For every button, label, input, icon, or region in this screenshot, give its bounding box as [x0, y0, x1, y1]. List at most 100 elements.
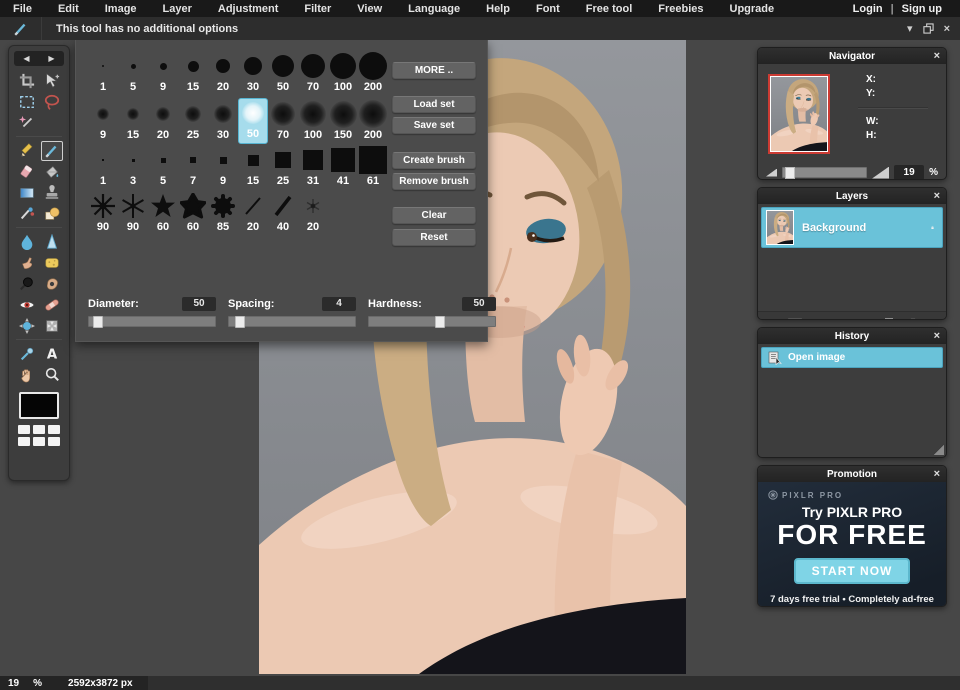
menu-image[interactable]: Image: [92, 3, 150, 15]
brush-square-5[interactable]: 5: [148, 146, 178, 190]
brush-shape-90[interactable]: 90: [88, 192, 118, 236]
sponge-tool[interactable]: [41, 253, 63, 273]
diameter-value[interactable]: 50: [182, 297, 216, 311]
brush-solid-70[interactable]: 70: [298, 52, 328, 96]
brush-soft-100[interactable]: 100: [298, 98, 328, 144]
close-icon[interactable]: ×: [944, 23, 950, 35]
brush-soft-50[interactable]: 50: [238, 98, 268, 144]
brush-square-3[interactable]: 3: [118, 146, 148, 190]
smudge-tool[interactable]: [16, 253, 38, 273]
red-eye-tool[interactable]: [16, 295, 38, 315]
hand-tool[interactable]: [16, 365, 38, 385]
menu-language[interactable]: Language: [395, 3, 473, 15]
brush-solid-1[interactable]: 1: [88, 52, 118, 96]
menu-free-tool[interactable]: Free tool: [573, 3, 645, 15]
navigator-titlebar[interactable]: × Navigator ×: [758, 48, 946, 64]
brush-shape-85[interactable]: 85: [208, 192, 238, 236]
zoom-out-icon[interactable]: [766, 168, 777, 177]
spot-heal-tool[interactable]: [41, 295, 63, 315]
swatch[interactable]: [48, 437, 60, 446]
reset-button[interactable]: Reset: [392, 229, 476, 246]
more-button[interactable]: MORE ..: [392, 62, 476, 79]
brush-soft-200[interactable]: 200: [358, 98, 388, 144]
crop-tool[interactable]: [16, 71, 38, 91]
history-titlebar[interactable]: × History ×: [758, 328, 946, 344]
remove-brush-button[interactable]: Remove brush: [392, 173, 476, 190]
bloat-tool[interactable]: [16, 316, 38, 336]
brush-square-9[interactable]: 9: [208, 146, 238, 190]
start-now-button[interactable]: START NOW: [793, 558, 911, 584]
brush-solid-50[interactable]: 50: [268, 52, 298, 96]
delete-layer-icon[interactable]: [906, 317, 920, 321]
spacing-value[interactable]: 4: [322, 297, 356, 311]
pinch-tool[interactable]: [41, 316, 63, 336]
swatch[interactable]: [48, 425, 60, 434]
menu-help[interactable]: Help: [473, 3, 523, 15]
brush-soft-30[interactable]: 30: [208, 98, 238, 144]
gradient-tool[interactable]: [16, 183, 38, 203]
load-set-button[interactable]: Load set: [392, 96, 476, 113]
brush-solid-15[interactable]: 15: [178, 52, 208, 96]
resize-grip-icon[interactable]: [934, 445, 944, 455]
create-brush-button[interactable]: Create brush: [392, 152, 476, 169]
move-tool[interactable]: [41, 71, 63, 91]
brush-tool[interactable]: [40, 140, 63, 161]
lasso-tool[interactable]: [41, 92, 63, 112]
clear-button[interactable]: Clear: [392, 207, 476, 224]
color-replace-tool[interactable]: [16, 204, 38, 224]
close-icon[interactable]: ×: [928, 50, 946, 62]
bucket-tool[interactable]: [41, 162, 63, 182]
brush-square-25[interactable]: 25: [268, 146, 298, 190]
brush-shape-40[interactable]: 40: [268, 192, 298, 236]
zoom-tool[interactable]: [41, 365, 63, 385]
brush-square-7[interactable]: 7: [178, 146, 208, 190]
zoom-in-icon[interactable]: [872, 166, 890, 179]
brush-square-61[interactable]: 61: [358, 146, 388, 190]
brush-square-15[interactable]: 15: [238, 146, 268, 190]
promotion-banner[interactable]: PIXLR PRO Try PIXLR PRO FOR FREE START N…: [758, 482, 946, 606]
layers-titlebar[interactable]: × Layers ×: [758, 188, 946, 204]
close-icon[interactable]: ×: [928, 330, 946, 342]
wand-tool[interactable]: [16, 113, 38, 133]
menu-adjustment[interactable]: Adjustment: [205, 3, 292, 15]
brush-soft-25[interactable]: 25: [178, 98, 208, 144]
spacing-slider[interactable]: [228, 316, 356, 328]
zoom-slider-thumb[interactable]: [785, 167, 795, 179]
new-layer-icon[interactable]: [882, 317, 896, 321]
close-icon[interactable]: ×: [928, 190, 946, 202]
menu-font[interactable]: Font: [523, 3, 573, 15]
swatch[interactable]: [33, 437, 45, 446]
brush-shape-60[interactable]: 60: [148, 192, 178, 236]
brush-soft-15[interactable]: 15: [118, 98, 148, 144]
swatch[interactable]: [18, 437, 30, 446]
hardness-slider-thumb[interactable]: [434, 316, 445, 328]
layer-style-icon[interactable]: [812, 317, 826, 321]
swatch[interactable]: [18, 425, 30, 434]
color-swatch[interactable]: [19, 392, 59, 419]
history-item-open-image[interactable]: Open image: [761, 347, 943, 368]
dodge-tool[interactable]: [16, 274, 38, 294]
swatch[interactable]: [33, 425, 45, 434]
menu-filter[interactable]: Filter: [291, 3, 344, 15]
brush-shape-20[interactable]: 20: [298, 192, 328, 236]
brush-solid-9[interactable]: 9: [148, 52, 178, 96]
blur-tool[interactable]: [16, 232, 38, 252]
spacing-slider-thumb[interactable]: [235, 316, 246, 328]
promotion-titlebar[interactable]: × Promotion ×: [758, 466, 946, 482]
hardness-value[interactable]: 50: [462, 297, 496, 311]
close-icon[interactable]: ×: [928, 468, 946, 480]
diameter-slider[interactable]: [88, 316, 216, 328]
brush-soft-20[interactable]: 20: [148, 98, 178, 144]
brush-soft-150[interactable]: 150: [328, 98, 358, 144]
layer-row-background[interactable]: Background: [761, 207, 943, 248]
drawing-tool[interactable]: [41, 204, 63, 224]
brush-shape-20[interactable]: 20: [238, 192, 268, 236]
sharpen-tool[interactable]: [41, 232, 63, 252]
brush-solid-100[interactable]: 100: [328, 52, 358, 96]
brush-solid-5[interactable]: 5: [118, 52, 148, 96]
layer-mask-icon[interactable]: [788, 317, 802, 321]
tools-next-arrow-icon[interactable]: ▶: [48, 51, 54, 66]
brush-solid-30[interactable]: 30: [238, 52, 268, 96]
menu-upgrade[interactable]: Upgrade: [717, 3, 788, 15]
burn-tool[interactable]: [41, 274, 63, 294]
